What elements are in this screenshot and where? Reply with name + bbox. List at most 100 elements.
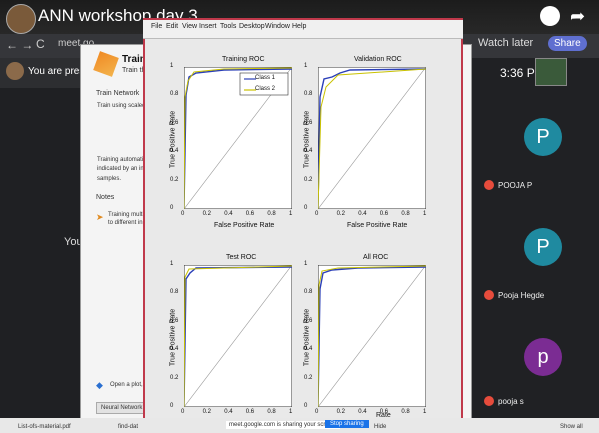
x-tick-label: 0.8 (267, 211, 276, 217)
legend-label: Class 1 (255, 75, 276, 81)
menu-tools[interactable]: Tools (220, 23, 236, 30)
share-arrow-icon[interactable]: ➦ (570, 6, 585, 27)
clock-icon[interactable] (540, 6, 560, 26)
note-icon: ➤ (96, 212, 104, 222)
section-label: Notes (96, 194, 115, 201)
menu-file[interactable]: File (151, 23, 162, 30)
y-tick-label: 0.6 (170, 119, 179, 126)
info-text: samples. (97, 176, 122, 182)
sharing-notice: meet.google.com is sharing your screen. (226, 421, 341, 429)
x-axis-label: False Positive Rate (347, 222, 408, 229)
y-axis-label: True Positive Rate (303, 110, 311, 169)
info-text[interactable]: Open a plot, (110, 382, 143, 388)
training-roc-plot (184, 67, 292, 209)
y-tick-label: 1 (304, 261, 308, 267)
channel-avatar[interactable] (6, 4, 36, 34)
all-roc-plot (318, 265, 426, 407)
participant-avatar: P (524, 228, 562, 266)
reload-icon[interactable]: C (36, 37, 45, 51)
y-tick-label: 0.6 (304, 317, 313, 324)
x-tick-label: 0 (181, 409, 185, 415)
share-button[interactable]: Share (548, 36, 587, 51)
plot-title: Training ROC (222, 56, 265, 63)
mic-muted-icon (484, 180, 494, 190)
x-tick-label: 0.6 (245, 409, 255, 415)
y-tick-label: 0.8 (304, 91, 313, 98)
download-item[interactable]: List-ofs-material.pdf (18, 424, 71, 430)
x-tick-label: 0.4 (358, 409, 367, 415)
x-tick-label: 0 (181, 211, 185, 217)
y-axis-label: True Positive Rate (169, 110, 177, 169)
watch-later-button[interactable]: Watch later (478, 37, 533, 49)
x-axis-label: False Positive Rate (214, 222, 275, 229)
y-tick-label: 0.4 (170, 346, 179, 353)
info-text: Training multip (108, 212, 148, 218)
section-label: Train Network (96, 90, 140, 97)
menu-edit[interactable]: Edit (166, 23, 178, 30)
stop-sharing-button[interactable]: Stop sharing (325, 420, 369, 428)
y-tick-label: 0.4 (170, 148, 179, 155)
menu-help[interactable]: Help (292, 23, 306, 30)
x-tick-label: 0 (315, 409, 319, 415)
avatar (6, 62, 24, 80)
x-tick-label: 0.6 (379, 409, 389, 415)
x-tick-label: 0.8 (267, 409, 276, 415)
y-tick-label: 0.8 (304, 289, 313, 296)
menu-desktop[interactable]: Desktop (239, 23, 265, 30)
x-tick-label: 1 (289, 211, 293, 217)
plot-icon: ◆ (96, 380, 103, 390)
hide-button[interactable]: Hide (374, 424, 386, 430)
plot-title: Test ROC (226, 254, 257, 261)
y-tick-label: 0.2 (170, 176, 179, 183)
y-tick-label: 0.2 (304, 374, 313, 381)
info-text: Training automatic (97, 157, 147, 163)
download-item[interactable]: find-dat (118, 424, 138, 430)
participant-avatar: P (524, 118, 562, 156)
menu-view[interactable]: View (182, 23, 197, 30)
y-axis-label: True Positive Rate (303, 308, 311, 367)
x-tick-label: 0.4 (224, 409, 233, 415)
y-tick-label: 0 (304, 205, 308, 211)
y-tick-label: 0.8 (170, 91, 179, 98)
x-tick-label: 0.8 (401, 211, 410, 217)
x-tick-label: 0.4 (358, 211, 367, 217)
mic-muted-icon (484, 290, 494, 300)
y-tick-label: 1 (304, 63, 308, 69)
y-tick-label: 0 (170, 403, 174, 409)
info-text: indicated by an incr (97, 166, 149, 172)
y-axis-label: True Positive Rate (169, 308, 177, 367)
participant-name: POOJA P (498, 181, 533, 190)
mic-muted-icon (484, 396, 494, 406)
x-tick-label: 0.4 (224, 211, 233, 217)
x-tick-label: 0.8 (401, 409, 410, 415)
y-tick-label: 1 (170, 261, 174, 267)
y-tick-label: 0.8 (170, 289, 179, 296)
y-tick-label: 0.2 (170, 374, 179, 381)
menu-window[interactable]: Window (265, 23, 290, 30)
x-tick-label: 1 (423, 211, 427, 217)
x-tick-label: 1 (289, 409, 293, 415)
y-tick-label: 0 (304, 403, 308, 409)
menu-insert[interactable]: Insert (199, 23, 217, 30)
test-roc-plot (184, 265, 292, 407)
x-tick-label: 0.2 (202, 211, 211, 217)
self-tile-thumbnail[interactable] (535, 58, 567, 86)
y-tick-label: 0.2 (304, 176, 313, 183)
back-arrow-icon[interactable]: ← → (6, 38, 33, 52)
y-tick-label: 0.4 (304, 346, 313, 353)
y-tick-label: 0.6 (170, 317, 179, 324)
plot-title: All ROC (363, 254, 389, 261)
y-tick-label: 1 (170, 63, 174, 69)
neural-network-button[interactable]: Neural Network (96, 402, 148, 414)
validation-roc-plot (318, 67, 426, 209)
y-tick-label: 0 (170, 205, 174, 211)
show-all-button[interactable]: Show all (560, 424, 583, 430)
x-tick-label: 0.6 (245, 211, 255, 217)
x-tick-label: 1 (423, 409, 427, 415)
x-tick-label: 0.2 (336, 211, 345, 217)
y-tick-label: 0.6 (304, 119, 313, 126)
participant-name: Pooja Hegde (498, 291, 545, 300)
y-tick-label: 0.4 (304, 148, 313, 155)
x-tick-label: 0.2 (202, 409, 211, 415)
info-text: to different ini (108, 220, 144, 226)
